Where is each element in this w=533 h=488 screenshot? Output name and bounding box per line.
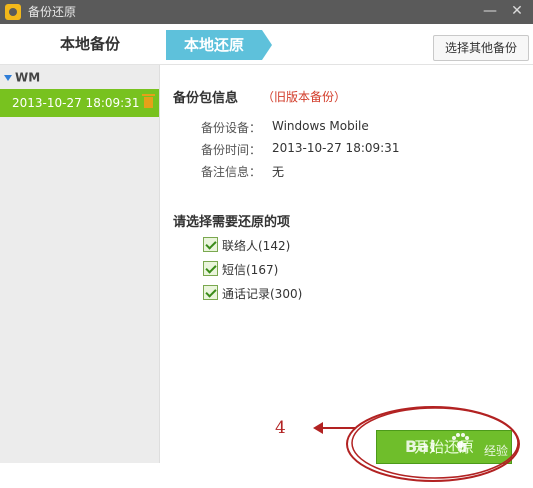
device-label: 备份设备：: [201, 121, 262, 135]
expand-triangle-icon: [4, 74, 12, 81]
old-version-tag: （旧版本备份）: [262, 90, 347, 104]
title-bar: 备份还原 — ✕: [0, 0, 533, 24]
choose-other-backup-button[interactable]: 选择其他备份: [433, 35, 529, 61]
backup-list-sidebar: WM 2013-10-27 18:09:31: [0, 65, 160, 463]
paw-icon: [451, 433, 469, 451]
watermark-subtext: 经验: [484, 444, 509, 458]
device-group-label: WM: [15, 70, 41, 85]
call-log-label: 通话记录(300): [222, 287, 303, 301]
note-value: 无: [272, 165, 285, 179]
time-value: 2013-10-27 18:09:31: [272, 141, 400, 155]
minimize-icon[interactable]: —: [478, 0, 502, 24]
sms-checkbox[interactable]: [203, 261, 218, 276]
tab-local-backup[interactable]: 本地备份: [0, 24, 180, 64]
contacts-label: 联络人(142): [222, 239, 291, 253]
device-value: Windows Mobile: [272, 119, 369, 133]
tab-local-restore[interactable]: 本地还原: [166, 30, 272, 60]
annotation-step-number: 4: [275, 418, 286, 438]
sms-label: 短信(167): [222, 263, 279, 277]
close-icon[interactable]: ✕: [505, 0, 529, 24]
backup-list-item[interactable]: 2013-10-27 18:09:31: [0, 89, 159, 117]
note-label: 备注信息：: [201, 165, 262, 179]
time-label: 备份时间：: [201, 143, 262, 157]
watermark-text: Bai: [405, 437, 437, 456]
restore-items-title: 请选择需要还原的项: [173, 215, 291, 230]
contacts-checkbox[interactable]: [203, 237, 218, 252]
device-group-header[interactable]: WM: [4, 70, 40, 88]
trash-icon[interactable]: [142, 94, 155, 108]
backup-item-label: 2013-10-27 18:09:31: [12, 96, 140, 110]
app-logo-icon: [5, 4, 21, 20]
tab-bar: 本地备份 本地还原 选择其他备份: [0, 24, 533, 65]
window-title: 备份还原: [28, 5, 77, 19]
call-log-checkbox[interactable]: [203, 285, 218, 300]
backup-info-title: 备份包信息: [173, 91, 239, 106]
